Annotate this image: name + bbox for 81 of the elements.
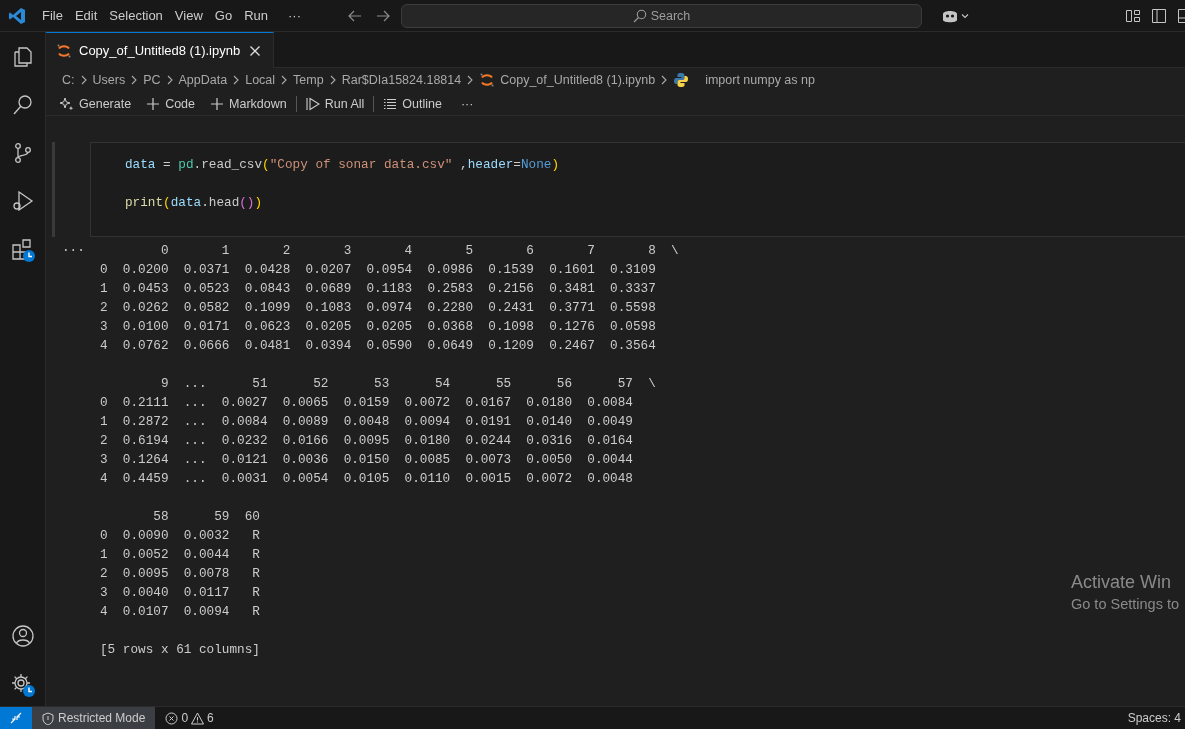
breadcrumb-item[interactable]: C: — [62, 73, 75, 87]
more-menu-button[interactable]: ··· — [282, 8, 307, 23]
breadcrumb-item[interactable]: import numpy as np — [705, 73, 815, 87]
toolbar-button[interactable]: Generate — [54, 96, 138, 111]
restricted-mode-button[interactable]: Restricted Mode — [32, 707, 156, 729]
remote-button[interactable] — [0, 707, 32, 729]
plus-icon — [210, 96, 224, 111]
chevron-right-icon — [130, 74, 139, 86]
menu-item[interactable]: File — [36, 8, 69, 23]
output-line: 0 1 2 3 4 5 6 7 8 \ — [159, 242, 679, 260]
output-line: 1 0.2872 ... 0.0084 0.0089 0.0048 0.0094 0.0191 0.0140 0.0049 — [100, 413, 634, 431]
chevron-right-icon — [232, 74, 241, 86]
more-button[interactable]: ··· — [454, 96, 480, 111]
chevron-right-icon — [660, 74, 669, 86]
output-line: 0 0.0200 0.0371 0.0428 0.0207 0.0954 0.0986 0.1539 0.1601 0.3109 — [100, 261, 657, 279]
breadcrumb-item[interactable]: Temp — [293, 73, 324, 87]
chevron-right-icon — [79, 74, 88, 86]
output-line: 1 0.0052 0.0044 R — [100, 546, 261, 564]
python-icon — [673, 72, 690, 88]
output-line: 9 ... 51 52 53 54 55 56 57 \ — [159, 375, 657, 393]
chevron-right-icon — [466, 74, 475, 86]
chevron-right-icon — [280, 74, 289, 86]
breadcrumb-item[interactable]: AppData — [178, 73, 228, 87]
output-line: 1 0.0453 0.0523 0.0843 0.0689 0.1183 0.2583 0.2156 0.3481 0.3337 — [100, 280, 657, 298]
output-line: 0 0.2111 ... 0.0027 0.0065 0.0159 0.0072 0.0167 0.0180 0.0084 — [100, 394, 634, 412]
breadcrumb-item[interactable]: Rar$DIa15824.18814 — [341, 73, 462, 87]
chevron-right-icon — [165, 74, 174, 86]
toolbar-button[interactable]: Outline — [377, 96, 448, 111]
chevron-right-icon — [328, 74, 337, 86]
output-line: 0 0.0090 0.0032 R — [100, 527, 261, 545]
activation-subtitle: Go to Settings to — [1071, 595, 1180, 614]
search-icon — [632, 8, 647, 23]
breadcrumb-item[interactable]: Copy_of_Untitled8 (1).ipynb — [500, 73, 656, 87]
toolbar-button[interactable]: Run All — [299, 96, 371, 111]
problems-button[interactable]: 0 6 — [155, 711, 224, 725]
shield-icon — [42, 711, 54, 725]
toolbar-button[interactable]: Code — [140, 96, 201, 111]
code-line: print(data.head()) — [125, 194, 264, 212]
run-all-icon — [305, 96, 320, 111]
breadcrumb-item[interactable]: Local — [245, 73, 276, 87]
account-icon[interactable] — [10, 624, 35, 648]
notebook-icon — [479, 72, 496, 88]
notebook-icon — [56, 42, 72, 59]
code-line: data = pd.read_csv("Copy of sonar data.csv" ,header=None) — [125, 156, 561, 174]
output-line: 3 0.0100 0.0171 0.0623 0.0205 0.0205 0.0368 0.1098 0.1276 0.0598 — [100, 318, 657, 336]
search-field[interactable]: Search — [401, 3, 922, 28]
output-line: 4 0.4459 ... 0.0031 0.0054 0.0105 0.0110 0.0015 0.0072 0.0048 — [100, 470, 634, 488]
output-menu-button[interactable]: ··· — [62, 243, 85, 258]
breadcrumb-item[interactable]: Users — [92, 73, 126, 87]
output-line: 4 0.0107 0.0094 R — [100, 603, 261, 621]
output-line: 2 0.0262 0.0582 0.1099 0.1083 0.0974 0.2280 0.2431 0.3771 0.5598 — [100, 299, 657, 317]
activation-title: Activate Win — [1071, 571, 1173, 594]
output-line: 3 0.1264 ... 0.0121 0.0036 0.0150 0.0085 0.0073 0.0050 0.0044 — [100, 451, 634, 469]
warning-icon — [191, 711, 205, 725]
panel-toggle-icon[interactable] — [1177, 7, 1185, 24]
menu-item[interactable]: View — [168, 8, 209, 23]
menu-item[interactable]: Edit — [68, 8, 104, 23]
toolbar-button[interactable]: Markdown — [204, 96, 293, 111]
breadcrumb-item[interactable]: PC — [143, 73, 161, 87]
editor-tab[interactable]: Copy_of_Untitled8 (1).ipynb — [46, 32, 275, 68]
error-icon — [165, 711, 179, 725]
output-line: 58 59 60 — [152, 508, 261, 526]
output-line: 2 0.6194 ... 0.0232 0.0166 0.0095 0.0180 0.0244 0.0316 0.0164 — [100, 432, 634, 450]
output-line: 3 0.0040 0.0117 R — [100, 584, 261, 602]
run-debug-icon[interactable] — [10, 189, 35, 213]
output-line: [5 rows x 61 columns] — [100, 641, 261, 659]
list-icon — [383, 96, 398, 111]
extensions-icon[interactable] — [9, 237, 36, 263]
output-line: 2 0.0095 0.0078 R — [100, 565, 261, 583]
plus-icon — [146, 96, 161, 111]
layout-icon[interactable] — [1125, 7, 1141, 24]
vscode-logo-icon — [8, 6, 26, 25]
indentation-button[interactable]: Spaces: 4 — [1127, 711, 1185, 725]
code-cell[interactable]: data = pd.read_csv("Copy of sonar data.csv" ,header=None) print(data.head()) — [90, 142, 1185, 237]
menu-item[interactable]: Selection — [103, 8, 169, 23]
sparkle-icon — [60, 96, 74, 111]
sidebar-toggle-icon[interactable] — [1151, 7, 1167, 24]
menu-item[interactable]: Run — [238, 8, 274, 23]
menu-item[interactable]: Go — [208, 8, 239, 23]
output-line: 4 0.0762 0.0666 0.0481 0.0394 0.0590 0.0649 0.1209 0.2467 0.3564 — [100, 337, 657, 355]
settings-icon[interactable] — [9, 672, 36, 698]
